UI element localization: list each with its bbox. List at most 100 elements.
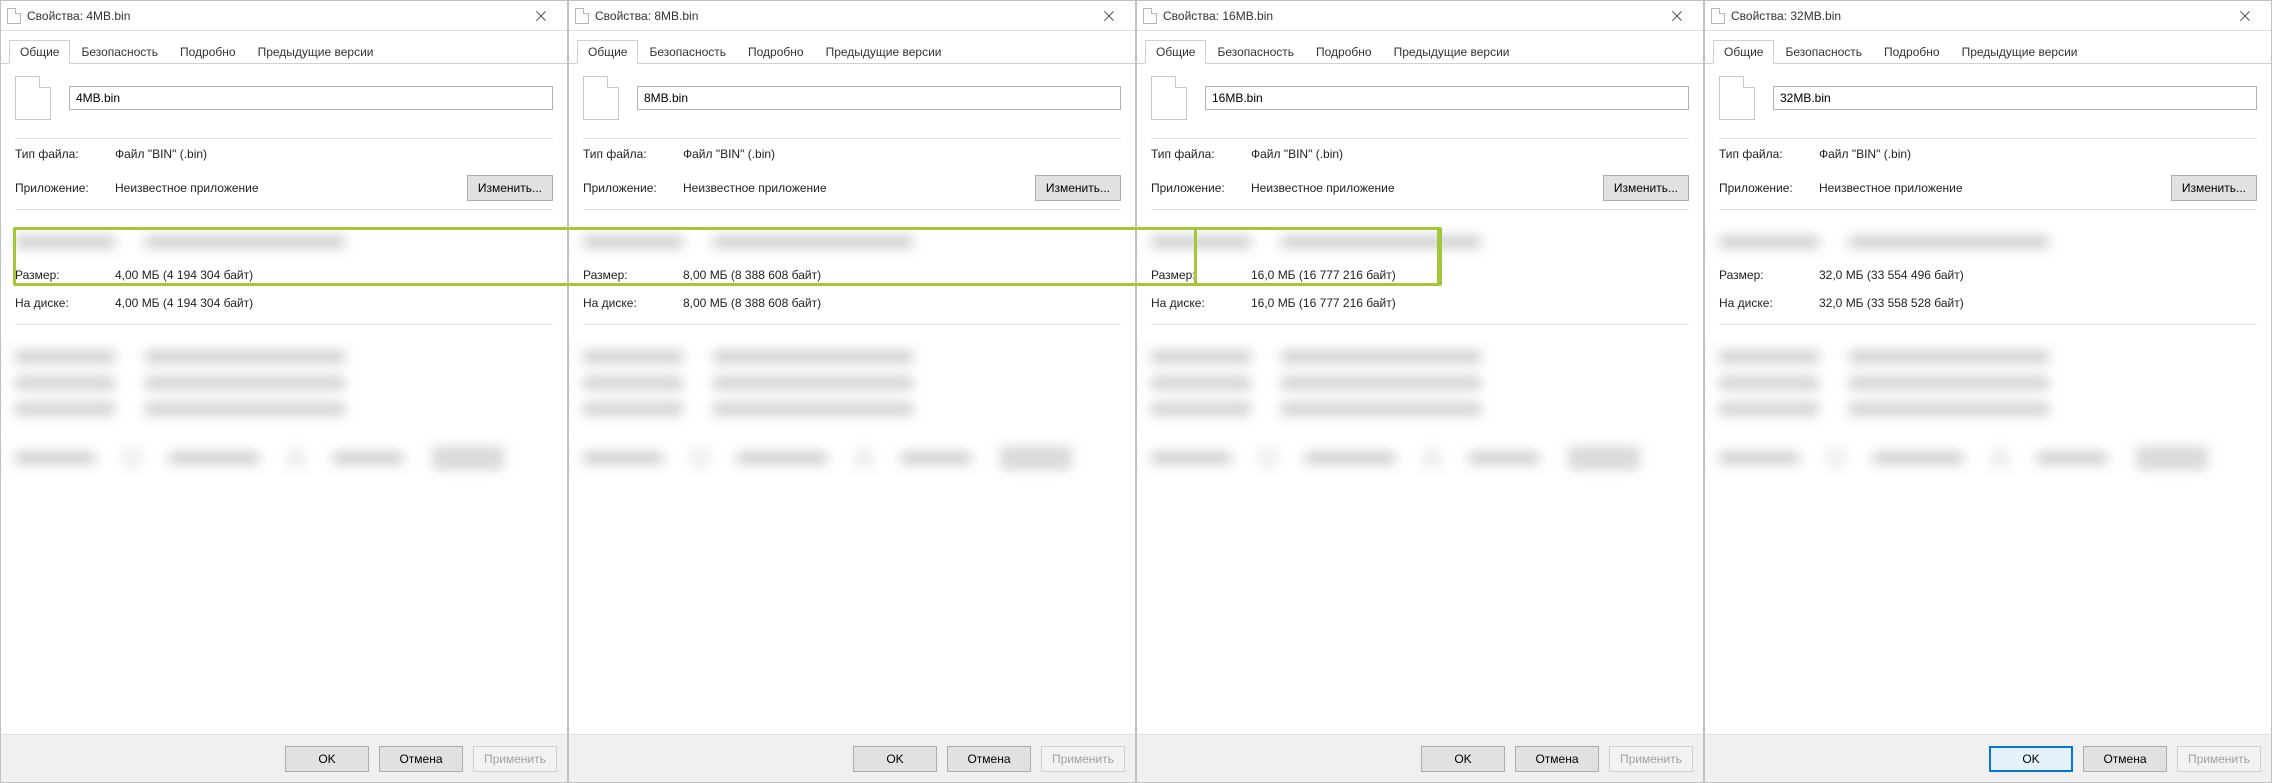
value-size: 4,00 МБ (4 194 304 байт) <box>115 268 553 282</box>
tab-details[interactable]: Подробно <box>169 40 247 64</box>
filename-input[interactable] <box>1773 86 2257 110</box>
divider <box>583 324 1121 325</box>
titlebar[interactable]: Свойства: 32MB.bin <box>1705 1 2271 31</box>
file-icon <box>575 8 589 24</box>
size-grid: Размер: 32,0 МБ (33 554 496 байт) На дис… <box>1719 268 2257 310</box>
filename-input[interactable] <box>69 86 553 110</box>
value-size: 8,00 МБ (8 388 608 байт) <box>683 268 1121 282</box>
properties-window: Свойства: 8MB.bin Общие Безопасность Под… <box>568 0 1136 783</box>
filename-input[interactable] <box>1205 86 1689 110</box>
value-filetype: Файл "BIN" (.bin) <box>115 147 467 161</box>
tab-previous-versions[interactable]: Предыдущие версии <box>1951 40 2089 64</box>
cancel-button[interactable]: Отмена <box>947 746 1031 772</box>
close-button[interactable] <box>521 2 561 30</box>
blurred-attrs <box>1719 447 2257 483</box>
label-filetype: Тип файла: <box>583 147 683 161</box>
tab-general[interactable]: Общие <box>577 40 638 64</box>
ok-button[interactable]: OK <box>1421 746 1505 772</box>
blurred-location <box>15 236 553 262</box>
window-title: Свойства: 32MB.bin <box>1731 9 2225 23</box>
close-button[interactable] <box>1657 2 1697 30</box>
tab-security[interactable]: Безопасность <box>638 40 737 64</box>
cancel-button[interactable]: Отмена <box>2083 746 2167 772</box>
change-app-button[interactable]: Изменить... <box>2171 175 2257 201</box>
size-grid: Размер: 8,00 МБ (8 388 608 байт) На диск… <box>583 268 1121 310</box>
ok-button[interactable]: OK <box>1989 746 2073 772</box>
tab-previous-versions[interactable]: Предыдущие версии <box>247 40 385 64</box>
size-grid: Размер: 16,0 МБ (16 777 216 байт) На дис… <box>1151 268 1689 310</box>
file-type-icon <box>15 76 51 120</box>
divider <box>15 209 553 210</box>
filename-input[interactable] <box>637 86 1121 110</box>
blurred-dates <box>1719 351 2257 429</box>
file-icon <box>1711 8 1725 24</box>
tab-general[interactable]: Общие <box>9 40 70 64</box>
close-button[interactable] <box>1089 2 1129 30</box>
divider <box>583 209 1121 210</box>
titlebar[interactable]: Свойства: 16MB.bin <box>1137 1 1703 31</box>
tab-security[interactable]: Безопасность <box>1206 40 1305 64</box>
stage: Свойства: 4MB.bin Общие Безопасность Под… <box>0 0 2272 783</box>
apply-button[interactable]: Применить <box>473 746 557 772</box>
apply-button[interactable]: Применить <box>1609 746 1693 772</box>
divider <box>15 324 553 325</box>
label-ondisk: На диске: <box>583 296 683 310</box>
value-app: Неизвестное приложение <box>683 181 1035 195</box>
divider <box>1151 138 1689 139</box>
value-ondisk: 4,00 МБ (4 194 304 байт) <box>115 296 553 310</box>
titlebar[interactable]: Свойства: 8MB.bin <box>569 1 1135 31</box>
tab-previous-versions[interactable]: Предыдущие версии <box>815 40 953 64</box>
tab-details[interactable]: Подробно <box>1873 40 1951 64</box>
panel-body: Тип файла: Файл "BIN" (.bin) Приложение:… <box>1705 64 2271 734</box>
value-size: 32,0 МБ (33 554 496 байт) <box>1819 268 2257 282</box>
blurred-dates <box>1151 351 1689 429</box>
value-ondisk: 32,0 МБ (33 558 528 байт) <box>1819 296 2257 310</box>
cancel-button[interactable]: Отмена <box>1515 746 1599 772</box>
divider <box>1151 324 1689 325</box>
label-filetype: Тип файла: <box>1151 147 1251 161</box>
tab-details[interactable]: Подробно <box>737 40 815 64</box>
tab-security[interactable]: Безопасность <box>70 40 169 64</box>
file-row <box>583 76 1121 120</box>
apply-button[interactable]: Применить <box>1041 746 1125 772</box>
label-filetype: Тип файла: <box>15 147 115 161</box>
titlebar[interactable]: Свойства: 4MB.bin <box>1 1 567 31</box>
tab-previous-versions[interactable]: Предыдущие версии <box>1383 40 1521 64</box>
divider <box>15 138 553 139</box>
label-app: Приложение: <box>15 181 115 195</box>
label-app: Приложение: <box>1151 181 1251 195</box>
tab-general[interactable]: Общие <box>1145 40 1206 64</box>
blurred-location <box>583 236 1121 262</box>
tabs: Общие Безопасность Подробно Предыдущие в… <box>1705 31 2271 64</box>
panel-body: Тип файла: Файл "BIN" (.bin) Приложение:… <box>1 64 567 734</box>
cancel-button[interactable]: Отмена <box>379 746 463 772</box>
tab-details[interactable]: Подробно <box>1305 40 1383 64</box>
value-ondisk: 8,00 МБ (8 388 608 байт) <box>683 296 1121 310</box>
value-filetype: Файл "BIN" (.bin) <box>683 147 1035 161</box>
type-app-grid: Тип файла: Файл "BIN" (.bin) Приложение:… <box>583 147 1121 201</box>
file-icon <box>7 8 21 24</box>
apply-button[interactable]: Применить <box>2177 746 2261 772</box>
value-app: Неизвестное приложение <box>115 181 467 195</box>
close-icon <box>2240 11 2250 21</box>
change-app-button[interactable]: Изменить... <box>1603 175 1689 201</box>
divider <box>1719 324 2257 325</box>
file-type-icon <box>1719 76 1755 120</box>
change-app-button[interactable]: Изменить... <box>467 175 553 201</box>
label-filetype: Тип файла: <box>1719 147 1819 161</box>
close-icon <box>1104 11 1114 21</box>
tab-security[interactable]: Безопасность <box>1774 40 1873 64</box>
properties-window: Свойства: 32MB.bin Общие Безопасность По… <box>1704 0 2272 783</box>
file-icon <box>1143 8 1157 24</box>
label-size: Размер: <box>15 268 115 282</box>
close-button[interactable] <box>2225 2 2265 30</box>
ok-button[interactable]: OK <box>853 746 937 772</box>
file-type-icon <box>1151 76 1187 120</box>
label-size: Размер: <box>583 268 683 282</box>
tab-general[interactable]: Общие <box>1713 40 1774 64</box>
ok-button[interactable]: OK <box>285 746 369 772</box>
properties-window: Свойства: 16MB.bin Общие Безопасность По… <box>1136 0 1704 783</box>
value-filetype: Файл "BIN" (.bin) <box>1819 147 2171 161</box>
divider <box>583 138 1121 139</box>
change-app-button[interactable]: Изменить... <box>1035 175 1121 201</box>
